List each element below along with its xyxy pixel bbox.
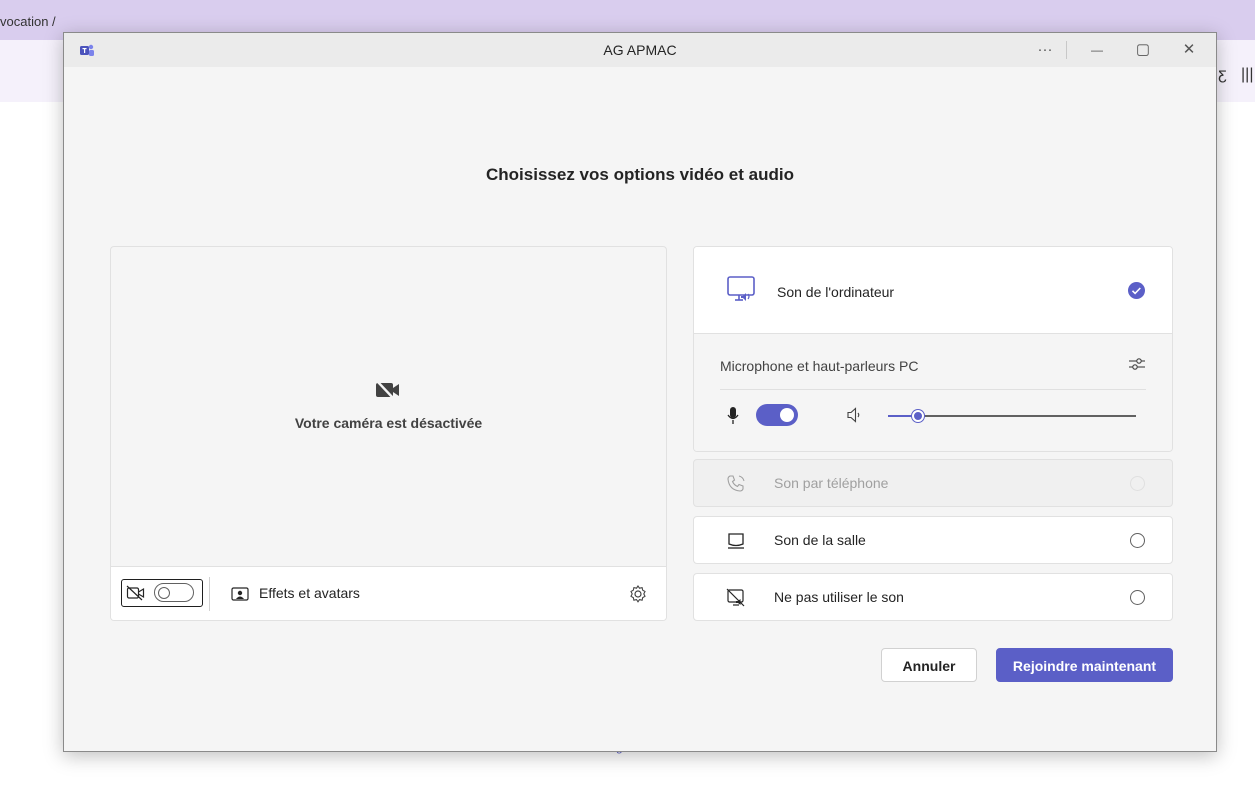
camera-off-icon bbox=[376, 380, 399, 400]
phone-icon bbox=[727, 475, 745, 492]
phone-audio-radio bbox=[1130, 476, 1145, 491]
computer-audio-header[interactable]: Son de l'ordinateur bbox=[694, 247, 1172, 333]
computer-audio-icon bbox=[727, 276, 755, 301]
camera-controls-bar: Effets et avatars bbox=[111, 566, 666, 620]
no-audio-label: Ne pas utiliser le son bbox=[774, 589, 904, 605]
join-now-button[interactable]: Rejoindre maintenant bbox=[996, 648, 1173, 682]
microphone-toggle[interactable] bbox=[756, 404, 798, 426]
room-device-icon bbox=[728, 533, 744, 549]
divider bbox=[720, 389, 1146, 390]
camera-off-text: Votre caméra est désactivée bbox=[294, 415, 483, 431]
room-audio-radio[interactable] bbox=[1130, 533, 1145, 548]
phone-audio-option: Son par téléphone bbox=[693, 459, 1173, 507]
minimize-button[interactable]: — bbox=[1086, 39, 1108, 61]
divider bbox=[209, 577, 210, 611]
device-settings-panel: Microphone et haut-parleurs PC bbox=[694, 333, 1172, 451]
teams-prejoin-window: AG APMAC ··· — ▢ ✕ Choisissez vos option… bbox=[63, 32, 1217, 752]
title-bar: AG APMAC ··· — ▢ ✕ bbox=[64, 33, 1216, 67]
volume-slider[interactable] bbox=[888, 410, 1136, 422]
browser-extension-icon[interactable]: ƹ bbox=[1218, 66, 1227, 84]
selected-check-icon bbox=[1128, 282, 1145, 299]
room-audio-label: Son de la salle bbox=[774, 532, 866, 548]
effects-icon[interactable] bbox=[231, 586, 249, 602]
gear-icon[interactable] bbox=[628, 584, 648, 604]
no-audio-option[interactable]: Ne pas utiliser le son bbox=[693, 573, 1173, 621]
browser-tab[interactable]: vocation / bbox=[0, 14, 60, 42]
browser-sidebar-icon[interactable]: ||| bbox=[1241, 66, 1253, 84]
computer-audio-option[interactable]: Son de l'ordinateur Microphone et haut-p… bbox=[693, 246, 1173, 452]
camera-preview-panel: Votre caméra est désactivée Effets et av… bbox=[110, 246, 667, 621]
volume-slider-thumb[interactable] bbox=[912, 410, 924, 422]
room-audio-option[interactable]: Son de la salle bbox=[693, 516, 1173, 564]
more-options-button[interactable]: ··· bbox=[1034, 39, 1056, 61]
browser-tab-label: vocation / bbox=[0, 14, 56, 29]
microphone-icon bbox=[727, 407, 739, 424]
title-separator bbox=[1066, 41, 1067, 59]
toggle-switch-off bbox=[154, 583, 194, 602]
toggle-knob bbox=[780, 408, 794, 422]
cancel-button[interactable]: Annuler bbox=[881, 648, 977, 682]
video-off-icon bbox=[126, 585, 145, 601]
toggle-knob bbox=[158, 586, 170, 599]
effects-and-avatars-button[interactable]: Effets et avatars bbox=[259, 585, 360, 601]
phone-audio-label: Son par téléphone bbox=[774, 475, 889, 491]
close-button[interactable]: ✕ bbox=[1178, 39, 1200, 61]
no-audio-icon bbox=[726, 588, 745, 607]
maximize-button[interactable]: ▢ bbox=[1132, 39, 1154, 61]
audio-device-label: Microphone et haut-parleurs PC bbox=[720, 358, 919, 374]
page-heading: Choisissez vos options vidéo et audio bbox=[486, 165, 794, 184]
camera-toggle[interactable] bbox=[121, 579, 203, 607]
device-settings-icon[interactable] bbox=[1128, 355, 1146, 373]
computer-audio-label: Son de l'ordinateur bbox=[777, 284, 895, 300]
no-audio-radio[interactable] bbox=[1130, 590, 1145, 605]
speaker-icon bbox=[847, 407, 860, 423]
